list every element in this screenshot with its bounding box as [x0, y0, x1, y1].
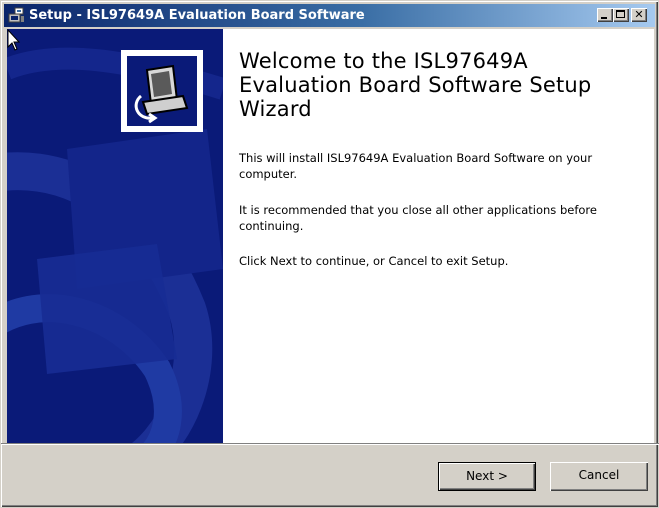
close-button[interactable]: ✕ — [631, 8, 647, 22]
wizard-content: Welcome to the ISL97649A Evaluation Boar… — [7, 29, 654, 443]
minimize-icon — [601, 17, 607, 19]
setup-window: Setup - ISL97649A Evaluation Board Softw… — [0, 0, 659, 508]
minimize-button[interactable] — [597, 8, 613, 22]
close-apps-recommendation: It is recommended that you close all oth… — [239, 203, 597, 233]
setup-icon — [8, 7, 25, 24]
mouse-cursor-icon — [7, 29, 21, 51]
install-description: This will install ISL97649A Evaluation B… — [239, 151, 593, 181]
footer-divider — [1, 443, 659, 445]
maximize-button[interactable] — [613, 8, 629, 22]
wizard-banner — [7, 29, 223, 443]
title-bar[interactable]: Setup - ISL97649A Evaluation Board Softw… — [4, 4, 655, 27]
maximize-icon — [616, 10, 625, 18]
installer-logo — [121, 50, 203, 132]
welcome-heading: Welcome to the ISL97649A Evaluation Boar… — [239, 49, 592, 121]
continue-instruction: Click Next to continue, or Cancel to exi… — [239, 254, 509, 268]
installer-icon — [127, 56, 197, 126]
next-button[interactable]: Next > — [438, 462, 536, 491]
close-icon: ✕ — [634, 8, 644, 21]
window-title: Setup - ISL97649A Evaluation Board Softw… — [29, 8, 365, 23]
cancel-button[interactable]: Cancel — [550, 462, 648, 491]
